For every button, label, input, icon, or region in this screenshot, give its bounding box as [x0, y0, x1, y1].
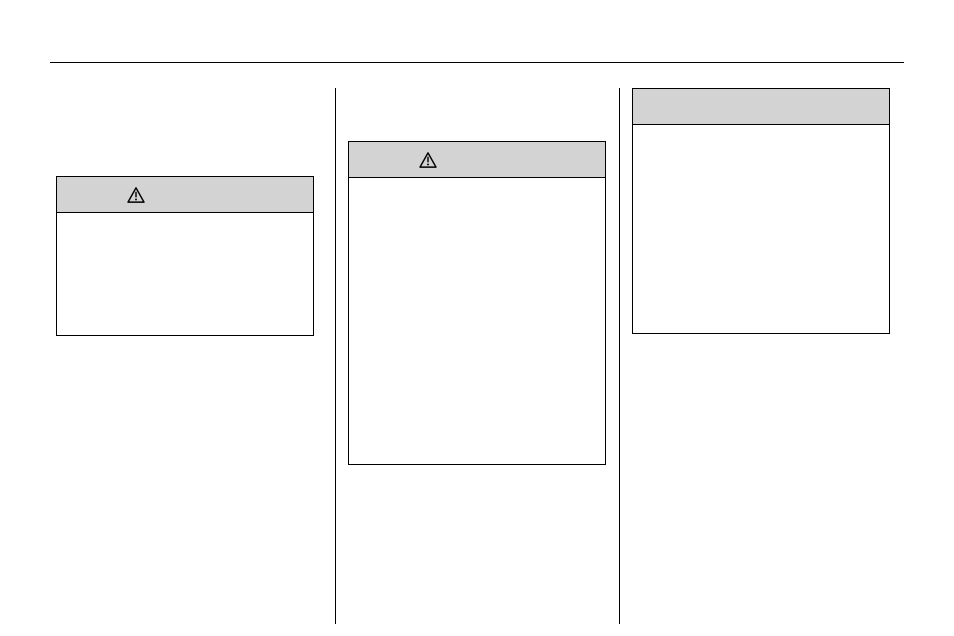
warning-triangle-icon [127, 187, 145, 203]
top-rule [50, 62, 904, 63]
callout-box [348, 141, 606, 465]
callout-body [57, 213, 313, 229]
callout-header [633, 89, 889, 125]
callout-header [57, 177, 313, 213]
callout-header [349, 142, 605, 178]
callout-body [633, 125, 889, 141]
callout-box [632, 88, 890, 334]
callout-body [349, 178, 605, 194]
document-page [0, 0, 954, 636]
warning-triangle-icon [419, 152, 437, 168]
column-divider [335, 88, 336, 624]
column-divider [619, 88, 620, 624]
callout-box [56, 176, 314, 336]
